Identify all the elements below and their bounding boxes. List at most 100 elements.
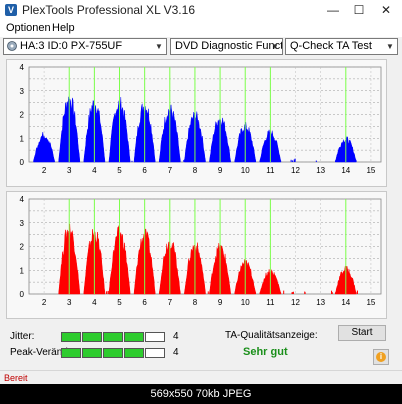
peak-meter-segment	[124, 348, 144, 358]
jitter-meter-segment	[61, 332, 81, 342]
info-icon: i	[376, 352, 386, 362]
baseline-mark	[183, 159, 185, 162]
jitter-meter-segment	[145, 332, 165, 342]
menu-optionen[interactable]: Optionen	[6, 22, 51, 34]
y-tick-label: 1	[20, 134, 25, 143]
baseline-mark	[213, 292, 215, 294]
jitter-label: Jitter:	[10, 331, 35, 342]
baseline-mark	[163, 158, 165, 162]
close-button[interactable]: ✕	[376, 1, 396, 19]
window-title: PlexTools Professional XL V3.16	[22, 3, 195, 17]
baseline-mark	[134, 290, 136, 294]
test-type-select[interactable]: Q-Check TA Test ▼	[285, 38, 398, 55]
peak-meter	[61, 348, 165, 358]
chevron-down-icon: ▼	[271, 42, 279, 51]
info-button[interactable]: i	[373, 349, 389, 365]
x-tick-label: 3	[67, 166, 72, 175]
baseline-mark	[185, 159, 187, 162]
baseline-mark	[294, 158, 296, 162]
y-tick-label: 3	[20, 219, 25, 228]
peak-meter-segment	[145, 348, 165, 358]
menu-bar: Optionen Help	[0, 21, 402, 37]
peak-meter-segment	[103, 348, 123, 358]
minimize-button[interactable]: —	[323, 1, 343, 19]
peak-value: 4	[173, 347, 179, 358]
x-tick-label: 2	[42, 298, 47, 307]
x-tick-label: 13	[316, 298, 325, 307]
baseline-mark	[178, 159, 180, 162]
baseline-mark	[293, 159, 295, 162]
x-tick-label: 8	[193, 298, 198, 307]
baseline-mark	[292, 291, 294, 294]
x-tick-label: 14	[341, 298, 350, 307]
baseline-mark	[241, 290, 243, 294]
baseline-mark	[263, 292, 265, 294]
baseline-mark	[262, 291, 264, 294]
x-tick-label: 9	[218, 166, 223, 175]
baseline-mark	[292, 160, 294, 162]
baseline-mark	[142, 160, 144, 162]
groove-chart-panel: 4 3 2 1 0 2 3 4 5 6 7 8 9 10 11 12 13 14 15	[6, 191, 387, 319]
jitter-meter-segment	[82, 332, 102, 342]
baseline-mark	[263, 158, 265, 162]
x-tick-label: 7	[168, 298, 173, 307]
drive-select[interactable]: HA:3 ID:0 PX-755UF ▼	[3, 38, 167, 55]
baseline-mark	[199, 159, 201, 162]
baseline-mark	[131, 160, 133, 162]
baseline-mark	[110, 291, 112, 294]
x-tick-label: 4	[92, 166, 97, 175]
application-window: V PlexTools Professional XL V3.16 — ☐ ✕ …	[0, 0, 402, 404]
x-tick-label: 2	[42, 166, 47, 175]
land-jitter-chart: 432102 3 4 5 6 7 8 9 10 11 12 13 14 15	[20, 63, 382, 175]
x-tick-label: 12	[291, 166, 300, 175]
maximize-button[interactable]: ☐	[349, 1, 369, 19]
ta-quality-label: TA-Qualitätsanzeige:	[225, 330, 318, 341]
x-tick-label: 9	[218, 298, 223, 307]
baseline-mark	[304, 292, 306, 294]
peak-meter-segment	[82, 348, 102, 358]
test-mode-select[interactable]: DVD Diagnostic Functions ▼	[170, 38, 283, 55]
baseline-mark	[216, 291, 218, 294]
jitter-value: 4	[173, 331, 179, 342]
baseline-mark	[112, 158, 114, 162]
disc-drive-icon	[7, 41, 17, 51]
y-tick-label: 2	[20, 243, 25, 252]
x-tick-label: 15	[366, 166, 375, 175]
baseline-mark	[114, 160, 116, 162]
baseline-mark	[172, 159, 174, 162]
start-button[interactable]: Start	[338, 325, 386, 341]
baseline-mark	[290, 159, 292, 162]
x-tick-label: 11	[266, 166, 275, 175]
y-tick-label: 4	[20, 195, 25, 204]
baseline-mark	[91, 292, 93, 294]
baseline-mark	[291, 292, 293, 294]
x-tick-label: 6	[142, 298, 147, 307]
y-tick-label: 4	[20, 63, 25, 72]
x-tick-label: 11	[266, 298, 275, 307]
x-tick-label: 7	[168, 166, 173, 175]
baseline-mark	[356, 290, 358, 294]
x-tick-label: 13	[316, 166, 325, 175]
baseline-mark	[62, 159, 64, 162]
app-icon: V	[5, 4, 17, 16]
x-tick-label: 5	[117, 166, 122, 175]
ta-quality-value: Sehr gut	[243, 346, 288, 358]
baseline-mark	[260, 158, 262, 162]
drive-select-value: HA:3 ID:0 PX-755UF	[20, 40, 123, 52]
baseline-mark	[272, 160, 274, 162]
x-tick-label: 10	[241, 166, 250, 175]
baseline-mark	[245, 291, 247, 294]
menu-help[interactable]: Help	[52, 22, 75, 34]
chevron-down-icon: ▼	[386, 42, 394, 51]
image-caption-bar: 569x550 70kb JPEG	[0, 384, 402, 404]
x-tick-label: 12	[291, 298, 300, 307]
y-tick-label: 0	[20, 158, 25, 167]
chevron-down-icon: ▼	[155, 42, 163, 51]
test-mode-value: DVD Diagnostic Functions	[175, 40, 283, 52]
x-tick-label: 14	[341, 166, 350, 175]
baseline-mark	[241, 160, 243, 162]
baseline-mark	[87, 292, 89, 294]
image-caption: 569x550 70kb JPEG	[150, 388, 252, 400]
baseline-mark	[283, 290, 285, 294]
baseline-mark	[121, 158, 123, 162]
